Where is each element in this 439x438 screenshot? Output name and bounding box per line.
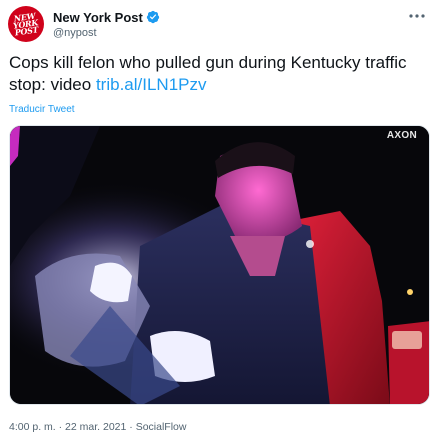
- tweet-meta: 4:00 p. m. · 22 mar. 2021 · SocialFlow: [9, 421, 186, 433]
- tweet-date[interactable]: 22 mar. 2021: [65, 421, 126, 433]
- video-frame: [10, 126, 429, 404]
- display-name-row: New York Post: [53, 9, 160, 25]
- avatar[interactable]: NEW YORK POST: [8, 6, 44, 42]
- tweet-source[interactable]: SocialFlow: [136, 421, 187, 433]
- display-name[interactable]: New York Post: [53, 10, 143, 25]
- more-options-icon[interactable]: [407, 8, 427, 24]
- video-watermark: AXON: [386, 130, 417, 141]
- avatar-logo-text: NEW YORK POST: [12, 10, 40, 38]
- tweet-header: NEW YORK POST New York Post @nypost: [8, 6, 431, 42]
- tweet-video[interactable]: AXON: [9, 125, 430, 405]
- tweet-link[interactable]: trib.al/ILN1Pzv: [96, 75, 207, 94]
- translate-tweet-link[interactable]: Traducir Tweet: [9, 104, 75, 115]
- tweet-time[interactable]: 4:00 p. m.: [9, 421, 56, 433]
- meta-separator: ·: [58, 421, 63, 433]
- verified-badge-icon: [146, 10, 159, 24]
- tweet-text: Cops kill felon who pulled gun during Ke…: [9, 52, 429, 96]
- handle[interactable]: @nypost: [53, 27, 160, 39]
- meta-separator: ·: [129, 421, 133, 433]
- author-names: New York Post @nypost: [53, 9, 160, 39]
- tweet-body: Cops kill felon who pulled gun during Ke…: [9, 53, 407, 94]
- tweet: NEW YORK POST New York Post @nypost Cops k…: [0, 0, 439, 438]
